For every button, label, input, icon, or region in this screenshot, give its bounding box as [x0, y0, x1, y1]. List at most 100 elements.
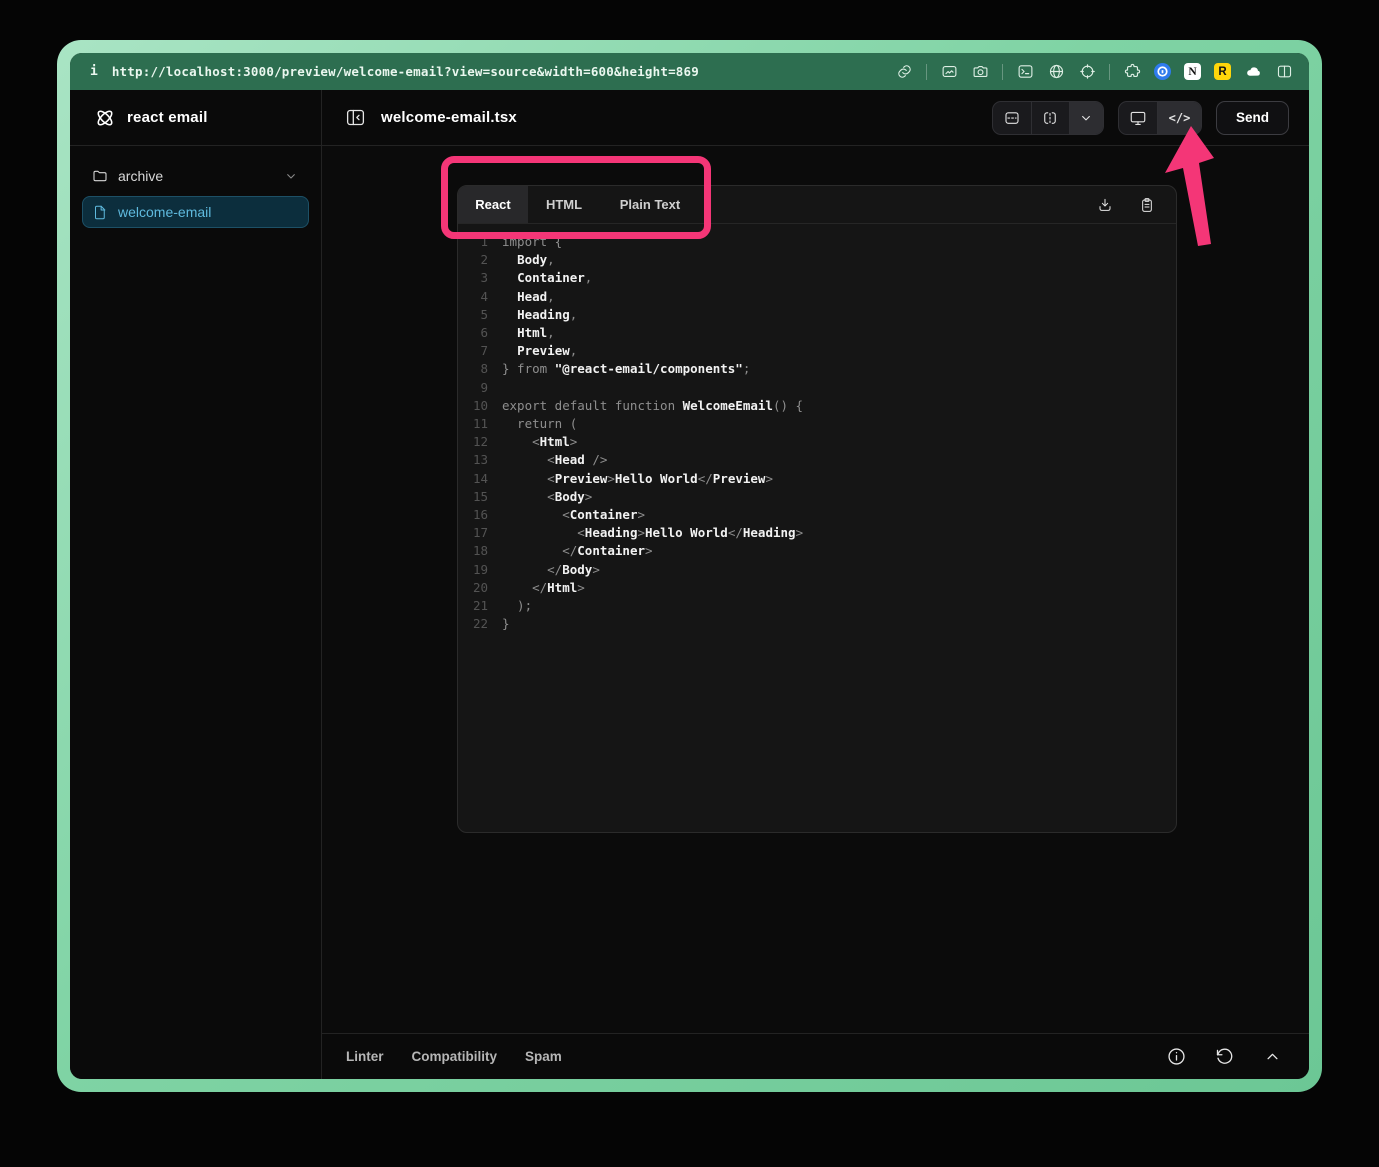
code-token: Html: [517, 324, 547, 342]
terminal-icon[interactable]: [1016, 63, 1034, 81]
tab-react[interactable]: React: [458, 186, 528, 223]
viewport-width-button[interactable]: [1031, 102, 1069, 134]
code-token: <: [502, 470, 555, 488]
code-token: </: [698, 470, 713, 488]
code-token: Head: [517, 288, 547, 306]
main-header: welcome-email.tsx </> Send: [322, 90, 1309, 146]
line-number: 7: [458, 342, 488, 360]
split-view-icon[interactable]: [1275, 63, 1293, 81]
code-token: Hello World: [615, 470, 698, 488]
code-token: "@react-email/components": [555, 360, 743, 378]
viewport-size-control: [992, 101, 1104, 135]
code-token: ,: [547, 324, 555, 342]
code-line: 21 );: [458, 597, 1176, 615]
code-line: 6 Html,: [458, 324, 1176, 342]
code-token: () {: [773, 397, 803, 415]
line-number: 16: [458, 506, 488, 524]
tab-linter[interactable]: Linter: [346, 1049, 384, 1064]
code-token: );: [502, 597, 532, 615]
extensions-puzzle-icon[interactable]: [1123, 63, 1141, 81]
line-number: 3: [458, 269, 488, 287]
site-info-icon[interactable]: i: [90, 64, 98, 79]
send-button[interactable]: Send: [1216, 101, 1289, 135]
code-line: 1import {: [458, 233, 1176, 251]
code-token: >: [570, 433, 578, 451]
code-token: <: [502, 506, 570, 524]
code-token: Container: [570, 506, 638, 524]
line-number: 5: [458, 306, 488, 324]
code-token: [502, 251, 517, 269]
code-token: >: [645, 542, 653, 560]
code-token: } from: [502, 360, 555, 378]
code-token: [502, 306, 517, 324]
address-bar[interactable]: i http://localhost:3000/preview/welcome-…: [70, 53, 1309, 90]
code-line: 18 </Container>: [458, 542, 1176, 560]
code-token: [502, 288, 517, 306]
tab-html[interactable]: HTML: [528, 186, 600, 223]
code-token: ,: [547, 251, 555, 269]
globe-icon[interactable]: [1047, 63, 1065, 81]
code-line: 3 Container,: [458, 269, 1176, 287]
code-token: >: [607, 470, 615, 488]
line-number: 12: [458, 433, 488, 451]
browser-window: i http://localhost:3000/preview/welcome-…: [57, 40, 1322, 1092]
desktop: i http://localhost:3000/preview/welcome-…: [0, 0, 1379, 1167]
code-line: 10export default function WelcomeEmail()…: [458, 397, 1176, 415]
code-tabbar: React HTML Plain Text: [458, 186, 1176, 224]
sidebar: react email archive welcome-email: [70, 90, 322, 1079]
notion-icon[interactable]: N: [1184, 63, 1201, 80]
main-panel: welcome-email.tsx </> Send: [322, 90, 1309, 1079]
code-token: ,: [570, 342, 578, 360]
folder-label: archive: [118, 168, 163, 184]
code-line: 17 <Heading>Hello World</Heading>: [458, 524, 1176, 542]
r-extension-icon[interactable]: R: [1214, 63, 1231, 80]
code-token: </: [502, 579, 547, 597]
code-token: >: [577, 579, 585, 597]
code-token: Preview: [555, 470, 608, 488]
code-token: ;: [743, 360, 751, 378]
chevron-up-icon[interactable]: [1259, 1044, 1285, 1070]
refresh-icon[interactable]: [1211, 1044, 1237, 1070]
code-token: Container: [517, 269, 585, 287]
chevron-down-icon[interactable]: [283, 168, 299, 184]
sidebar-folder-archive[interactable]: archive: [82, 160, 309, 192]
line-number: 13: [458, 451, 488, 469]
code-view-button[interactable]: </>: [1157, 102, 1201, 134]
desktop-view-button[interactable]: [1119, 102, 1157, 134]
crosshair-icon[interactable]: [1078, 63, 1096, 81]
sidebar-item-welcome-email[interactable]: welcome-email: [82, 196, 309, 228]
code-token: >: [637, 506, 645, 524]
tab-compatibility[interactable]: Compatibility: [412, 1049, 498, 1064]
code-line: 12 <Html>: [458, 433, 1176, 451]
link-icon[interactable]: [895, 63, 913, 81]
sidebar-item-label: welcome-email: [118, 204, 211, 220]
code-token: Html: [540, 433, 570, 451]
onepassword-icon[interactable]: [1154, 63, 1171, 80]
camera-icon[interactable]: [971, 63, 989, 81]
line-number: 6: [458, 324, 488, 342]
viewport-height-button[interactable]: [993, 102, 1031, 134]
copy-clipboard-icon[interactable]: [1134, 192, 1160, 218]
bottom-bar-icons: [1163, 1044, 1285, 1070]
code-editor[interactable]: 1import {2 Body,3 Container,4 Head,5 Hea…: [458, 224, 1176, 832]
download-icon[interactable]: [1092, 192, 1118, 218]
code-token: WelcomeEmail: [683, 397, 773, 415]
image-capture-icon[interactable]: [940, 63, 958, 81]
url-text[interactable]: http://localhost:3000/preview/welcome-em…: [112, 64, 699, 79]
code-line: 11 return (: [458, 415, 1176, 433]
tab-spam[interactable]: Spam: [525, 1049, 562, 1064]
cloud-icon[interactable]: [1244, 63, 1262, 81]
viewport-dropdown-button[interactable]: [1069, 102, 1103, 134]
code-token: </: [502, 561, 562, 579]
code-token: ,: [570, 306, 578, 324]
tab-plain-text[interactable]: Plain Text: [600, 186, 700, 223]
code-token: </: [502, 542, 577, 560]
info-icon[interactable]: [1163, 1044, 1189, 1070]
line-number: 11: [458, 415, 488, 433]
code-token: <: [502, 488, 555, 506]
app-logo-row[interactable]: react email: [70, 90, 321, 146]
sidebar-nav: archive welcome-email: [70, 146, 321, 242]
code-token: Body: [562, 561, 592, 579]
sidebar-toggle-icon[interactable]: [342, 105, 368, 131]
code-token: Body: [517, 251, 547, 269]
